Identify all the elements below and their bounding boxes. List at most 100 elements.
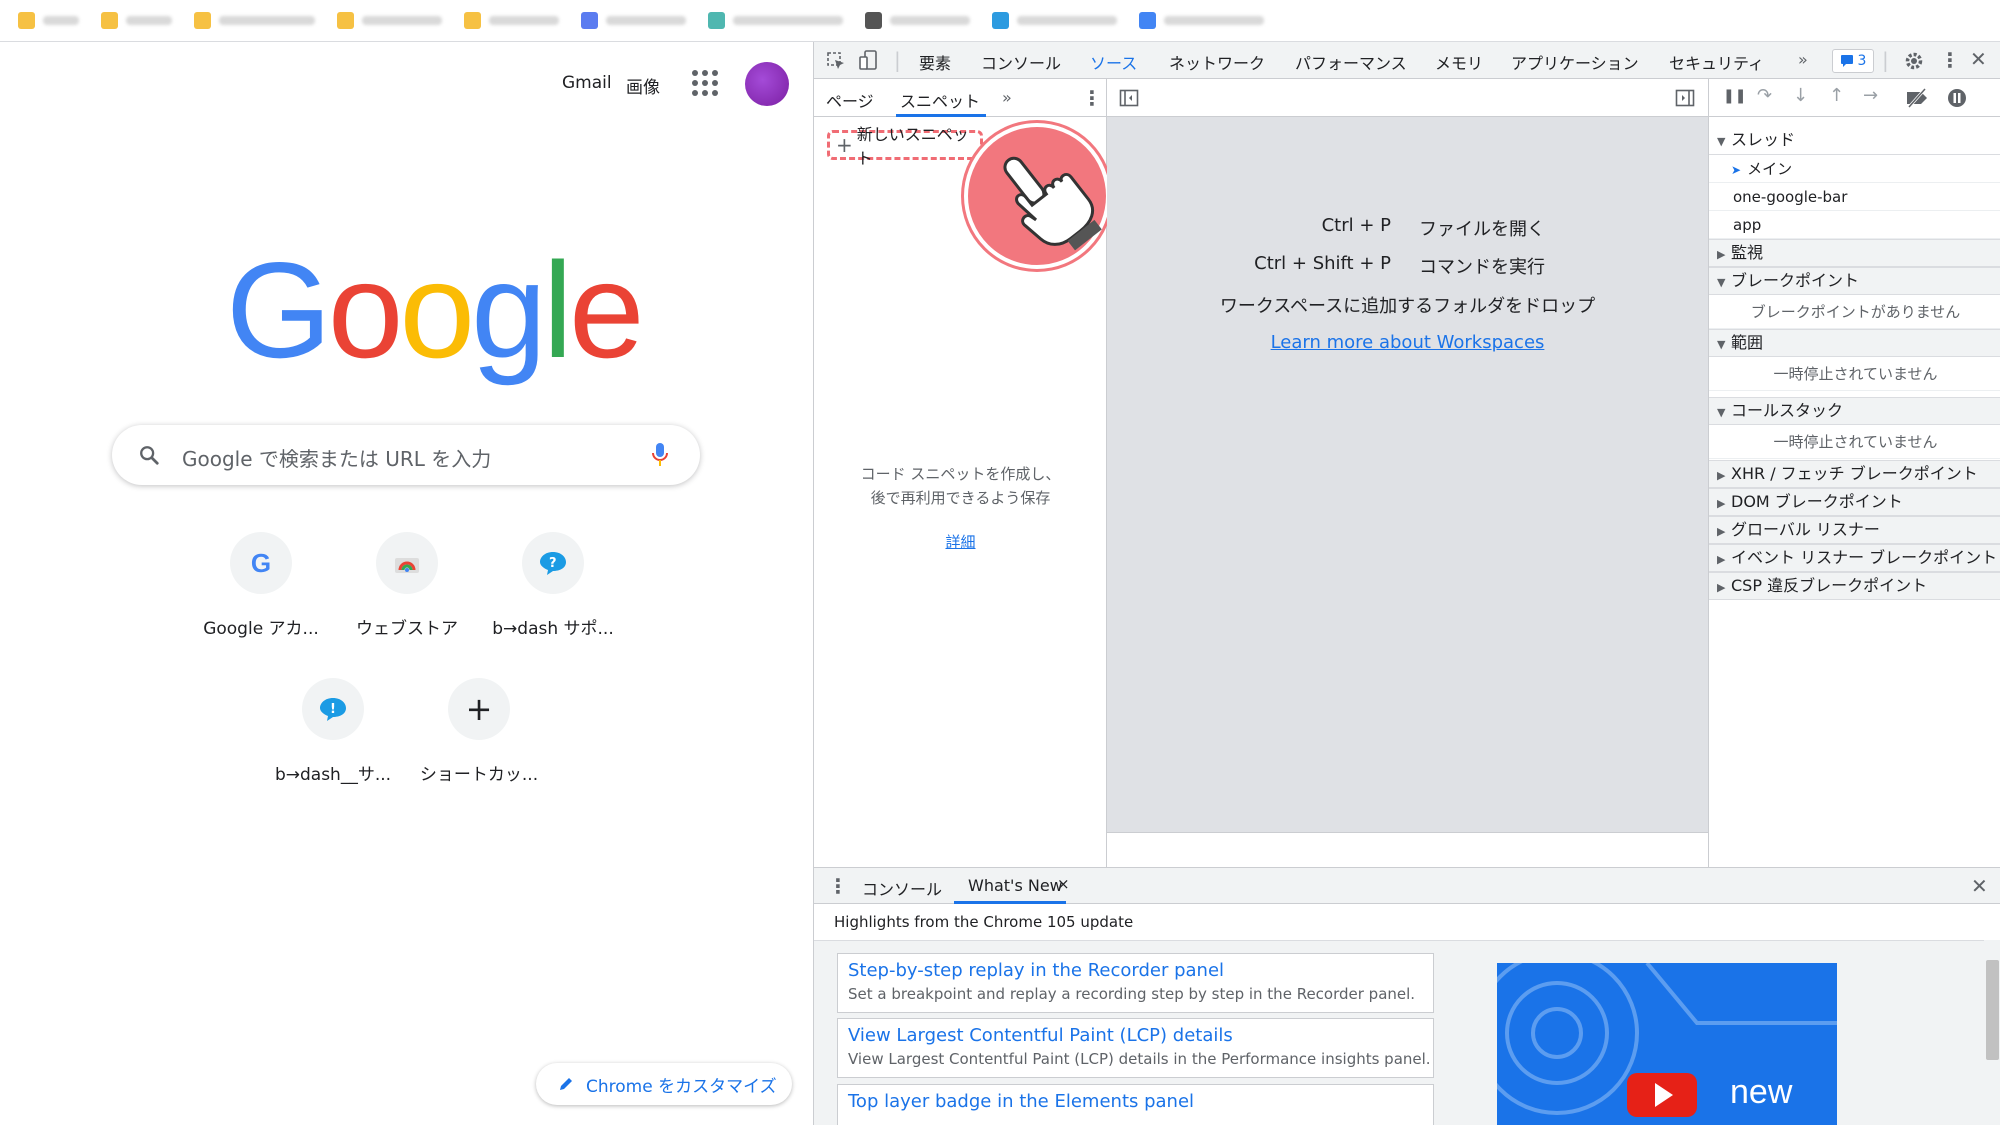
bookmark-item[interactable] — [865, 8, 970, 34]
no-breakpoints-message: ブレークポイントがありません — [1709, 295, 2000, 329]
scrollbar-thumb[interactable] — [1986, 960, 1999, 1060]
pause-icon[interactable]: ❚❚ — [1723, 89, 1746, 103]
news-card-title[interactable]: Step-by-step replay in the Recorder pane… — [848, 960, 1423, 981]
tab-performance[interactable]: パフォーマンス — [1295, 50, 1407, 74]
workspaces-link[interactable]: Learn more about Workspaces — [1107, 332, 1708, 353]
avatar[interactable] — [745, 62, 789, 106]
toggle-navigator-icon[interactable] — [1119, 88, 1139, 108]
step-into-icon[interactable]: ↓ — [1793, 87, 1808, 105]
customize-label: Chrome をカスタマイズ — [586, 1076, 777, 1097]
bookmark-item[interactable] — [101, 8, 172, 34]
shortcut-tile-google-account[interactable]: G Google アカ... — [196, 532, 326, 639]
pause-on-exceptions-icon[interactable] — [1947, 88, 1967, 108]
issues-badge[interactable]: 3 — [1832, 49, 1874, 73]
section-breakpoints[interactable]: ▼ ブレークポイント — [1709, 267, 2000, 295]
close-tab-icon[interactable]: × — [1057, 875, 1070, 893]
step-over-icon[interactable]: ↷ — [1757, 87, 1772, 105]
tab-console[interactable]: コンソール — [862, 876, 942, 900]
tab-whats-new[interactable]: What's New — [968, 876, 1063, 895]
bookmarks-bar — [0, 0, 2000, 42]
shortcut-tile-bdash-support[interactable]: ? b→dash サポ... — [488, 532, 618, 639]
deactivate-breakpoints-icon[interactable] — [1905, 88, 1929, 108]
section-label: ブレークポイント — [1731, 271, 1860, 290]
video-thumbnail[interactable]: new — [1497, 963, 1837, 1125]
tab-memory[interactable]: メモリ — [1435, 50, 1483, 74]
bookmark-item[interactable] — [708, 8, 843, 34]
search-icon — [140, 446, 159, 465]
section-call-stack[interactable]: ▼ コールスタック — [1709, 397, 2000, 425]
section-label: CSP 違反ブレークポイント — [1731, 576, 1928, 595]
logo-letter: o — [327, 234, 404, 386]
webstore-icon — [376, 532, 438, 594]
bookmark-item[interactable] — [464, 8, 559, 34]
kebab-menu-icon[interactable]: ⋮ — [1940, 50, 1960, 70]
section-event-listener-breakpoints[interactable]: ▶ イベント リスナー ブレークポイント — [1709, 544, 2000, 572]
shortcut-label: ショートカッ... — [419, 765, 539, 785]
bookmark-item[interactable] — [992, 8, 1117, 34]
images-link[interactable]: 画像 — [626, 73, 660, 98]
section-xhr-breakpoints[interactable]: ▶ XHR / フェッチ ブレークポイント — [1709, 460, 2000, 488]
search-input[interactable]: Google で検索または URL を入力 — [182, 443, 491, 472]
close-icon[interactable]: ✕ — [1971, 874, 1988, 898]
section-watch[interactable]: ▶ 監視 — [1709, 239, 2000, 267]
more-tabs-chevron-icon[interactable]: » — [1002, 88, 1012, 107]
microphone-icon[interactable] — [650, 442, 670, 468]
gear-icon[interactable] — [1904, 51, 1924, 71]
bookmark-item[interactable] — [18, 8, 79, 34]
thread-one-google-bar[interactable]: one-google-bar — [1709, 183, 2000, 211]
thread-app[interactable]: app — [1709, 211, 2000, 239]
logo-letter: e — [568, 234, 645, 386]
add-shortcut-tile[interactable]: + ショートカッ... — [414, 678, 544, 785]
divider: | — [1882, 48, 1889, 72]
video-caption: new — [1730, 1073, 1793, 1111]
bookmark-item[interactable] — [581, 8, 686, 34]
news-card-title[interactable]: View Largest Contentful Paint (LCP) deta… — [848, 1025, 1423, 1046]
section-csp-breakpoints[interactable]: ▶ CSP 違反ブレークポイント — [1709, 572, 2000, 600]
scrollbar[interactable] — [1984, 940, 2000, 1125]
step-out-icon[interactable]: ↑ — [1829, 87, 1844, 105]
triangle-right-icon: ▶ — [1717, 497, 1726, 510]
bookmark-item[interactable] — [194, 8, 315, 34]
news-card[interactable]: Top layer badge in the Elements panel — [837, 1084, 1434, 1125]
apps-grid-icon[interactable] — [692, 70, 718, 96]
kebab-menu-icon[interactable]: ⋮ — [828, 874, 848, 898]
section-threads[interactable]: ▼ スレッド — [1709, 127, 2000, 155]
news-card[interactable]: Step-by-step replay in the Recorder pane… — [837, 953, 1434, 1013]
pointing-hand-icon — [964, 123, 1110, 269]
bookmark-item[interactable] — [337, 8, 442, 34]
shortcut-tile-webstore[interactable]: ウェブストア — [342, 532, 472, 639]
news-card-title[interactable]: Top layer badge in the Elements panel — [848, 1091, 1423, 1112]
toggle-debugger-icon[interactable] — [1675, 88, 1695, 108]
step-icon[interactable]: → — [1863, 87, 1878, 105]
tab-sources[interactable]: ソース — [1090, 50, 1137, 74]
news-card[interactable]: View Largest Contentful Paint (LCP) deta… — [837, 1018, 1434, 1078]
tab-security[interactable]: セキュリティ — [1669, 50, 1764, 74]
close-icon[interactable]: ✕ — [1970, 49, 1987, 69]
tab-console[interactable]: コンソール — [981, 50, 1061, 74]
tab-snippets[interactable]: スニペット — [900, 88, 980, 112]
triangle-down-icon: ▼ — [1717, 406, 1726, 419]
inspect-element-icon[interactable] — [826, 51, 846, 71]
learn-more-link[interactable]: 詳細 — [814, 531, 1107, 552]
section-label: 監視 — [1731, 243, 1764, 262]
customize-chrome-button[interactable]: Chrome をカスタマイズ — [536, 1063, 792, 1105]
tab-elements[interactable]: 要素 — [919, 50, 951, 74]
device-toolbar-icon[interactable] — [858, 50, 878, 70]
triangle-down-icon: ▼ — [1717, 135, 1726, 148]
gmail-link[interactable]: Gmail — [562, 73, 612, 93]
shortcut-tile-bdash[interactable]: ! b→dash__サ... — [268, 678, 398, 785]
section-dom-breakpoints[interactable]: ▶ DOM ブレークポイント — [1709, 488, 2000, 516]
section-global-listeners[interactable]: ▶ グローバル リスナー — [1709, 516, 2000, 544]
tab-page[interactable]: ページ — [826, 88, 874, 112]
more-tabs-chevron-icon[interactable]: » — [1798, 50, 1808, 69]
new-snippet-button[interactable]: + 新しいスニペット — [827, 125, 983, 168]
section-scope[interactable]: ▼ 範囲 — [1709, 329, 2000, 357]
thread-main[interactable]: ➤ メイン — [1709, 155, 2000, 183]
editor-toolbar — [1107, 79, 1708, 117]
tab-network[interactable]: ネットワーク — [1169, 50, 1265, 74]
tab-application[interactable]: アプリケーション — [1511, 50, 1639, 74]
search-box[interactable]: Google で検索または URL を入力 — [112, 425, 700, 485]
kebab-menu-icon[interactable]: ⋮ — [1082, 86, 1102, 110]
bookmark-item[interactable] — [1139, 8, 1264, 34]
section-label: スレッド — [1731, 130, 1796, 149]
